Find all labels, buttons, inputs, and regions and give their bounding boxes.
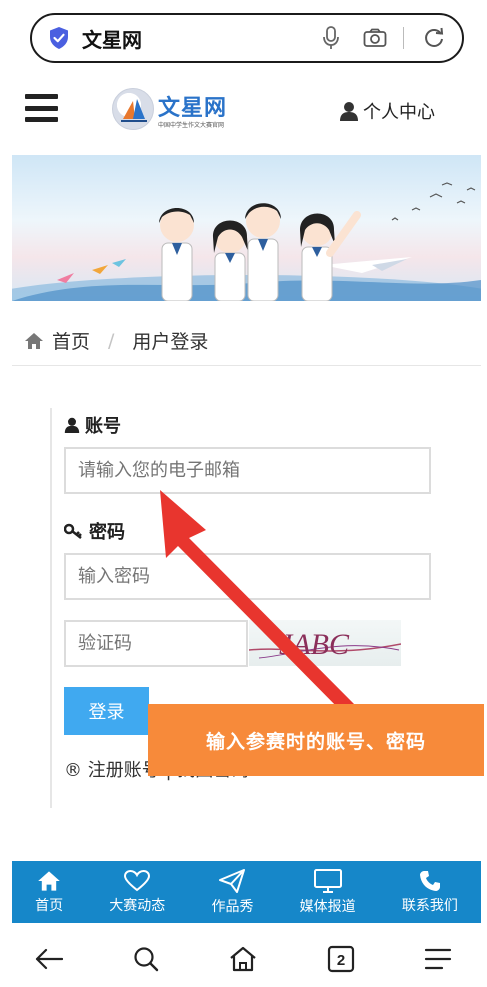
- nav-item-label: 作品秀: [211, 898, 254, 915]
- user-icon: [340, 102, 358, 121]
- bottom-nav: 首页 大赛动态 作品秀 媒体报道 联系我们: [12, 861, 481, 923]
- banner-image: [12, 155, 481, 301]
- home-icon[interactable]: [223, 939, 263, 979]
- nav-item-label: 大赛动态: [109, 897, 166, 914]
- back-icon[interactable]: [29, 939, 69, 979]
- site-logo[interactable]: 文星网 中国中学生作文大赛官网: [112, 88, 227, 132]
- site-header: 文星网 中国中学生作文大赛官网 个人中心: [0, 80, 487, 140]
- search-icon[interactable]: [126, 939, 166, 979]
- monitor-icon: [313, 868, 342, 893]
- user-center-label: 个人中心: [363, 102, 435, 123]
- reload-icon[interactable]: [420, 24, 448, 52]
- browser-toolbar: 2: [0, 930, 487, 987]
- account-email-input[interactable]: [64, 447, 431, 494]
- nav-item-contact[interactable]: 联系我们: [402, 870, 458, 915]
- paper-plane-icon: [219, 868, 246, 893]
- menu-icon[interactable]: [25, 94, 58, 122]
- instruction-callout: 输入参赛时的账号、密码: [148, 704, 484, 776]
- tab-count: 2: [337, 952, 345, 969]
- password-label-text: 密码: [89, 522, 125, 543]
- nav-item-label: 首页: [35, 897, 64, 914]
- registered-icon: ®: [64, 760, 88, 781]
- address-divider: [403, 27, 404, 49]
- nav-item-works[interactable]: 作品秀: [211, 868, 254, 916]
- captcha-image[interactable]: JABC: [249, 620, 401, 666]
- key-icon: [64, 523, 82, 539]
- address-site-name: 文星网: [82, 27, 142, 52]
- user-center-link[interactable]: 个人中心: [339, 98, 435, 124]
- breadcrumb-home[interactable]: 首页: [52, 327, 90, 354]
- home-icon: [38, 870, 60, 891]
- microphone-icon[interactable]: [317, 24, 345, 52]
- nav-item-label: 媒体报道: [299, 898, 356, 915]
- breadcrumb-current: 用户登录: [132, 331, 209, 353]
- menu-lines-icon[interactable]: [418, 939, 458, 979]
- tabs-icon[interactable]: 2: [321, 939, 361, 979]
- password-label: 密码: [64, 518, 125, 544]
- nav-item-home[interactable]: 首页: [35, 870, 63, 915]
- logo-subtitle: 中国中学生作文大赛官网: [158, 122, 225, 129]
- shield-icon: [50, 27, 68, 49]
- login-button[interactable]: 登录: [64, 687, 149, 735]
- account-label: 账号: [64, 412, 121, 438]
- account-label-text: 账号: [85, 416, 121, 437]
- captcha-text: JABC: [279, 628, 350, 661]
- camera-icon[interactable]: [361, 24, 389, 52]
- user-icon: [64, 417, 80, 433]
- phone-icon: [419, 870, 440, 891]
- heart-icon: [124, 869, 151, 891]
- password-input[interactable]: [64, 553, 431, 600]
- nav-item-media[interactable]: 媒体报道: [299, 868, 356, 916]
- breadcrumb: 首页 / 用户登录: [12, 316, 481, 366]
- captcha-input[interactable]: [64, 620, 248, 667]
- breadcrumb-separator: /: [108, 329, 115, 352]
- address-bar[interactable]: 文星网: [30, 13, 464, 63]
- home-icon: [25, 332, 43, 349]
- form-divider: [50, 408, 52, 808]
- logo-title: 文星网: [158, 96, 228, 121]
- logo-badge: [112, 88, 154, 130]
- nav-item-news[interactable]: 大赛动态: [109, 869, 166, 915]
- nav-item-label: 联系我们: [401, 897, 458, 914]
